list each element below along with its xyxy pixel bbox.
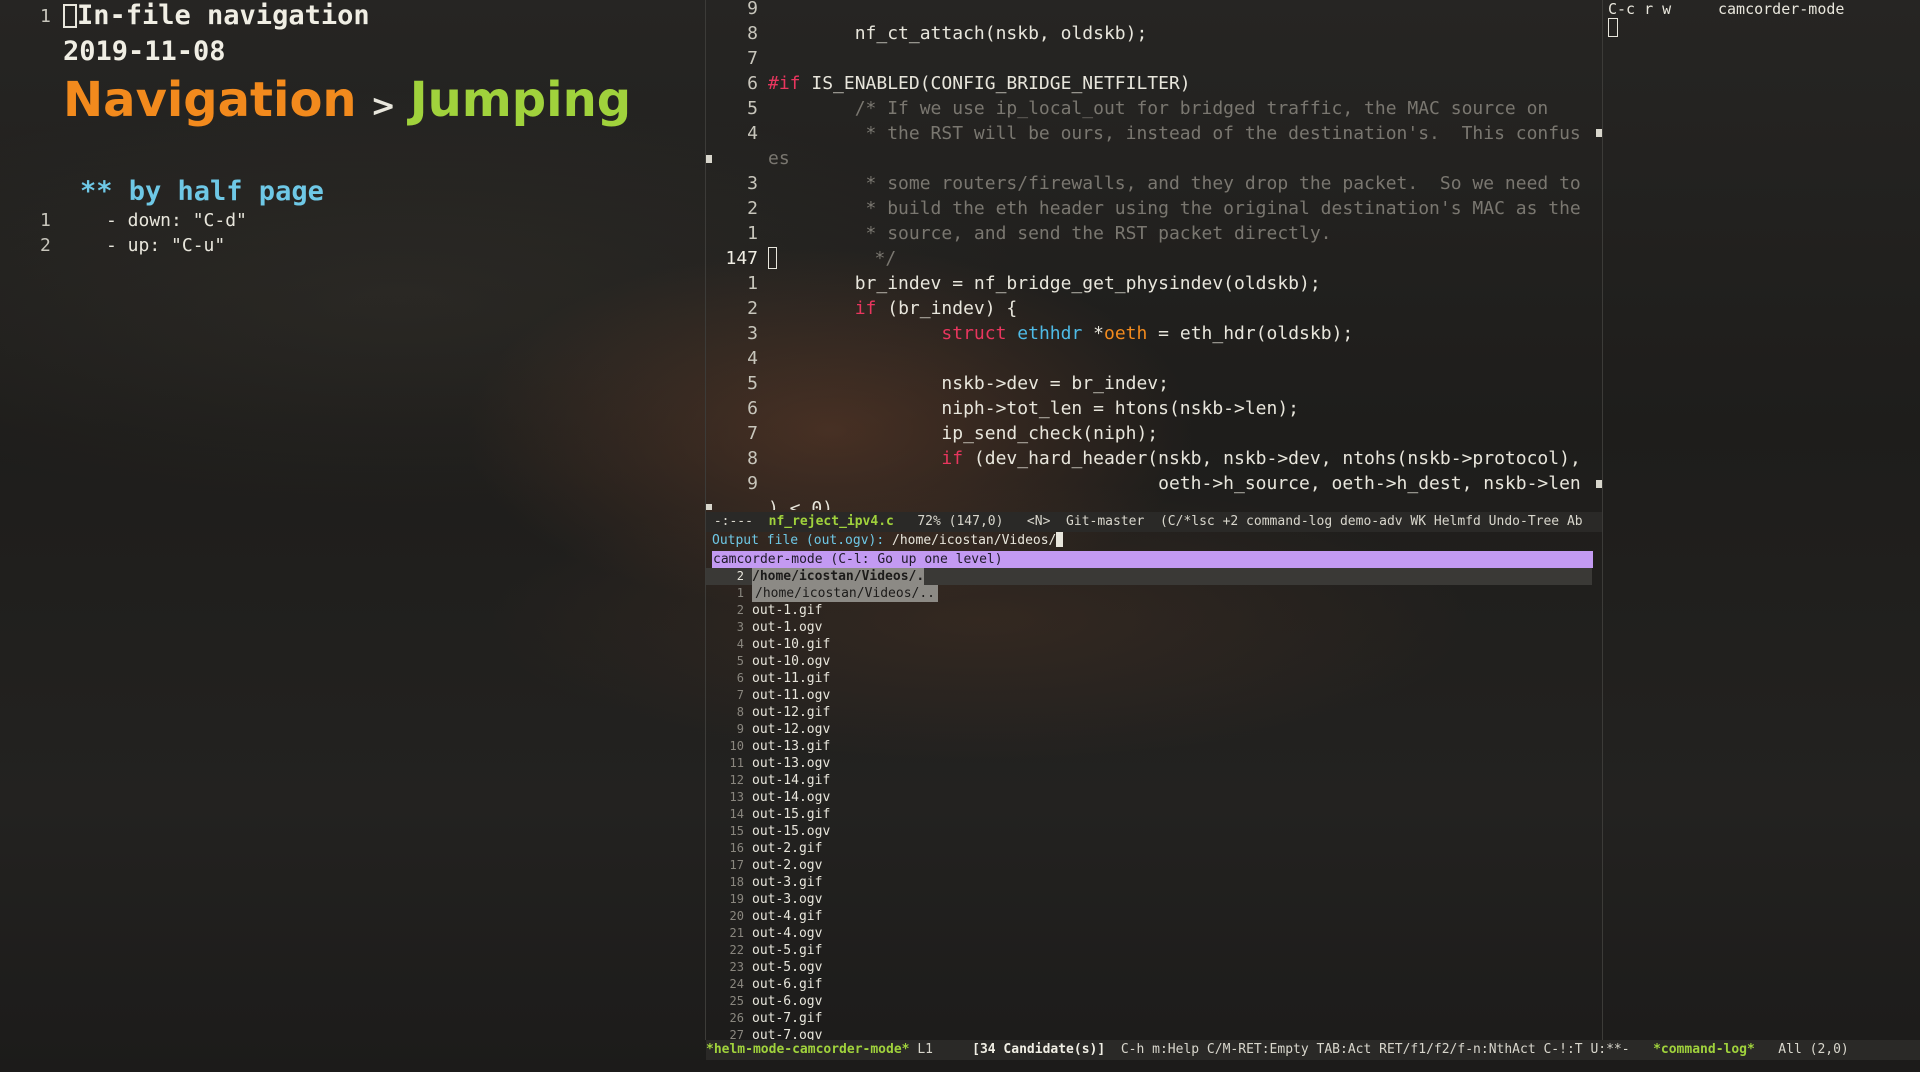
list-item: - up: "C-u" <box>106 235 226 256</box>
helm-keybinding-help: C-h m:Help C/M-RET:Empty TAB:Act RET/f1/… <box>1105 1042 1583 1057</box>
helm-source-header: camcorder-mode (C-l: Go up one level) <box>712 551 1593 568</box>
org-presentation-pane[interactable]: 1 In-file navigation 2019-11-08 Navigati… <box>0 0 705 1072</box>
cursor <box>1608 18 1618 37</box>
line-wrap-indicator <box>706 504 712 510</box>
breadcrumb: Navigation > Jumping <box>63 72 631 128</box>
line-number: 1 <box>40 210 51 231</box>
buffer-name[interactable]: nf_reject_ipv4.c <box>769 514 894 529</box>
buffer-name[interactable]: *helm-mode-camcorder-mode* <box>706 1042 910 1057</box>
candidate-count: [34 Candidate(s)] <box>972 1042 1106 1057</box>
buffer-name[interactable]: *command-log* <box>1653 1042 1755 1057</box>
list-item-selected[interactable]: 2/home/icostan/Videos/. <box>706 568 1592 585</box>
code-editor-pane[interactable]: 9 8 nf_ct_attach(nskb, oldskb); 7 6 #if I… <box>706 0 1602 510</box>
minibuffer-prompt[interactable]: Output file (out.ogv): /home/icostan/Vid… <box>712 532 1064 550</box>
section-heading: ** by half page <box>80 176 324 207</box>
cursor <box>768 247 777 269</box>
document-title: In-file navigation <box>63 0 370 31</box>
helm-mode-line[interactable]: *helm-mode-camcorder-mode* L1 [34 Candid… <box>706 1040 1920 1060</box>
cursor <box>63 4 77 28</box>
logged-command: camcorder-mode <box>1718 0 1845 18</box>
line-wrap-indicator <box>1596 480 1602 488</box>
breadcrumb-separator: > <box>370 89 396 124</box>
logged-keybinding: C-c r w <box>1608 0 1672 18</box>
line-wrap-indicator <box>706 155 712 163</box>
helm-candidate-list[interactable]: 2/home/icostan/Videos/. 1/home/icostan/V… <box>706 568 1602 1040</box>
breadcrumb-item-navigation: Navigation <box>63 72 357 128</box>
command-log-pane[interactable]: C-c r w camcorder-mode <box>1603 0 1920 1040</box>
code-mode-line[interactable]: -:--- nf_reject_ipv4.c 72% (147,0) <N> G… <box>706 512 1602 532</box>
line-wrap-indicator <box>1596 129 1602 137</box>
breadcrumb-item-jumping: Jumping <box>409 72 632 128</box>
line-number: 2 <box>40 235 51 256</box>
prompt-input[interactable]: /home/icostan/Videos/ <box>884 533 1056 548</box>
prompt-label: Output file (out.ogv): <box>712 533 885 548</box>
document-date: 2019-11-08 <box>63 36 226 67</box>
cursor <box>1056 532 1064 547</box>
list-item: - down: "C-d" <box>106 210 247 231</box>
line-number: 1 <box>40 6 51 27</box>
